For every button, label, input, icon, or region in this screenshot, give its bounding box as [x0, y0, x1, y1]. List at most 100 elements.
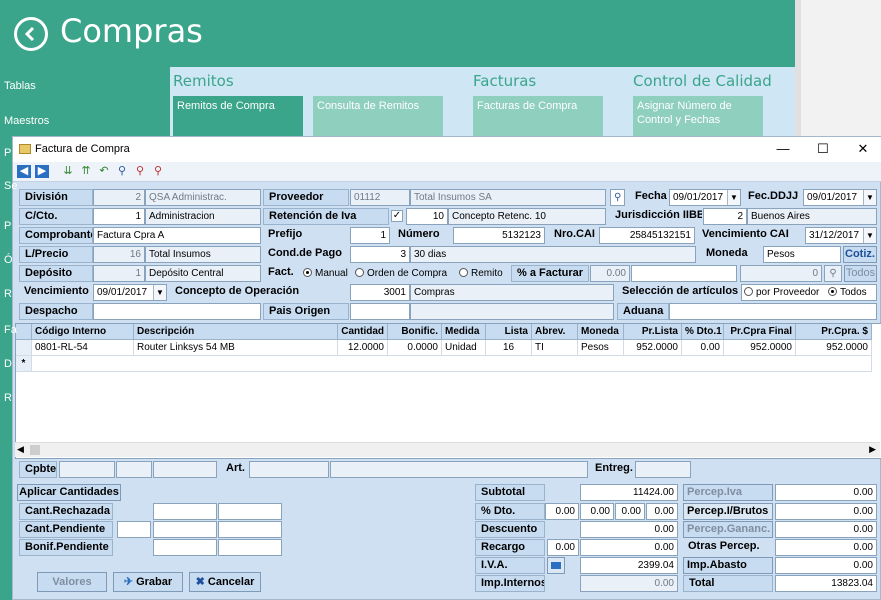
lprecio-code-field[interactable]: 16: [93, 246, 145, 263]
dto-field-3[interactable]: 0.00: [615, 503, 645, 520]
cancelar-button[interactable]: ✖ Cancelar: [189, 572, 261, 592]
bonif-field-2[interactable]: [218, 539, 282, 556]
cell-bonific[interactable]: 0.0000: [388, 340, 442, 356]
sidebar-item-9[interactable]: R: [4, 392, 12, 404]
todos-button[interactable]: Todos: [844, 265, 877, 282]
pendiente-field-2[interactable]: [218, 521, 282, 538]
col-descripcion[interactable]: Descripción: [134, 324, 338, 340]
col-abrev[interactable]: Abrev.: [532, 324, 578, 340]
sidebar-item-7[interactable]: Fa: [4, 324, 17, 336]
afacturar-extra-field[interactable]: [631, 265, 737, 282]
valores-button[interactable]: Valores: [37, 572, 107, 592]
col-bonific[interactable]: Bonific.: [388, 324, 442, 340]
aduana-field[interactable]: [669, 303, 877, 320]
abasto-button[interactable]: Imp.Abasto: [683, 557, 773, 574]
col-lista[interactable]: Lista: [486, 324, 532, 340]
pais-code-field[interactable]: [350, 303, 410, 320]
concepto-code-field[interactable]: 3001: [350, 284, 410, 301]
perc-iva-button[interactable]: Percep.Iva: [683, 484, 773, 501]
bonif-field-1[interactable]: [153, 539, 217, 556]
undo-icon[interactable]: ↶: [97, 165, 111, 178]
tile-asignar-control[interactable]: Asignar Número de Control y Fechas: [633, 96, 763, 136]
fecddjj-dropdown-icon[interactable]: ▼: [863, 190, 876, 205]
afacturar-field[interactable]: 0.00: [590, 265, 630, 282]
sidebar-item-4[interactable]: Se: [4, 180, 17, 192]
search-next-icon[interactable]: ⚲: [133, 165, 147, 178]
deposito-code-field[interactable]: 1: [93, 265, 145, 282]
retencion-checkbox[interactable]: ✓: [391, 210, 403, 222]
division-code-field[interactable]: 2: [93, 189, 145, 206]
col-moneda[interactable]: Moneda: [578, 324, 624, 340]
prefijo-field[interactable]: 1: [350, 227, 390, 244]
sidebar-item-maestros[interactable]: Maestros: [4, 115, 49, 127]
fact-remito-radio[interactable]: Remito: [459, 266, 503, 281]
cell-prlista[interactable]: 952.0000: [624, 340, 682, 356]
perc-ib-button[interactable]: Percep.I/Brutos: [683, 503, 773, 520]
scroll-right-icon[interactable]: ▶: [869, 444, 876, 455]
export-icon[interactable]: ⇈: [79, 165, 93, 178]
sel-todos-radio[interactable]: Todos: [828, 285, 867, 300]
sidebar-item-6[interactable]: R: [4, 288, 12, 300]
scroll-thumb[interactable]: [30, 445, 40, 455]
cell-lista[interactable]: 16: [486, 340, 532, 356]
comprobante-field[interactable]: Factura Cpra A: [93, 227, 261, 244]
fecddjj-field[interactable]: 09/01/2017 ▼: [803, 189, 877, 206]
fact-manual-radio[interactable]: Manual: [303, 266, 348, 281]
vencai-dropdown-icon[interactable]: ▼: [863, 228, 876, 243]
import-icon[interactable]: ⇊: [61, 165, 75, 178]
sidebar-item-p2[interactable]: P: [4, 220, 11, 232]
dto-field-4[interactable]: 0.00: [646, 503, 678, 520]
col-cantidad[interactable]: Cantidad: [338, 324, 388, 340]
scroll-left-icon[interactable]: ◀: [17, 444, 24, 455]
sidebar-item-3[interactable]: P: [4, 147, 11, 159]
minimize-button[interactable]: —: [773, 141, 793, 157]
vencimiento-dropdown-icon[interactable]: ▼: [153, 285, 166, 300]
condpago-code-field[interactable]: 3: [350, 246, 410, 263]
rechazada-field-2[interactable]: [218, 503, 282, 520]
grabar-button[interactable]: ✈ Grabar: [113, 572, 183, 592]
retencion-code-field[interactable]: 10: [406, 208, 448, 225]
sidebar-item-tablas[interactable]: Tablas: [4, 80, 36, 92]
sidebar-item-5[interactable]: Ó: [4, 254, 13, 266]
proveedor-search-icon[interactable]: ⚲: [610, 189, 625, 206]
perc-gan-button[interactable]: Percep.Gananc.: [683, 521, 773, 538]
vencai-field[interactable]: 31/12/2017 ▼: [805, 227, 877, 244]
col-prcpra[interactable]: Pr.Cpra. $: [796, 324, 872, 340]
cto-code-field[interactable]: 1: [93, 208, 145, 225]
nrocai-field[interactable]: 25845132151: [599, 227, 695, 244]
lookup-search-icon[interactable]: ⚲: [824, 265, 842, 282]
dialog-titlebar[interactable]: Factura de Compra — ☐ ✕: [13, 137, 881, 162]
iva-detail-icon[interactable]: [547, 557, 565, 574]
col-dto1[interactable]: % Dto.1: [682, 324, 724, 340]
cell-abrev[interactable]: TI: [532, 340, 578, 356]
cell-medida[interactable]: Unidad: [442, 340, 486, 356]
tile-facturas-de-compra[interactable]: Facturas de Compra: [473, 96, 603, 136]
jurisdiccion-code-field[interactable]: 2: [703, 208, 747, 225]
dto-field-1[interactable]: 0.00: [545, 503, 579, 520]
cell-codigo[interactable]: 0801-RL-54: [32, 340, 134, 356]
cell-moneda[interactable]: Pesos: [578, 340, 624, 356]
cell-prcpra[interactable]: 952.0000: [796, 340, 872, 356]
dto-field-2[interactable]: 0.00: [580, 503, 614, 520]
cell-descripcion[interactable]: Router Linksys 54 MB: [134, 340, 338, 356]
rechazada-field-1[interactable]: [153, 503, 217, 520]
sel-proveedor-radio[interactable]: por Proveedor: [744, 285, 819, 300]
pendiente-field-1[interactable]: [153, 521, 217, 538]
nav-forward-icon[interactable]: ▶: [35, 165, 49, 178]
col-prcprafinal[interactable]: Pr.Cpra Final: [724, 324, 796, 340]
grid-horizontal-scrollbar[interactable]: ◀ ▶: [15, 442, 880, 457]
row-selector[interactable]: [16, 340, 32, 356]
cell-cantidad[interactable]: 12.0000: [338, 340, 388, 356]
despacho-field[interactable]: [93, 303, 261, 320]
new-row-marker[interactable]: *: [16, 356, 32, 372]
moneda-field[interactable]: Pesos: [763, 246, 841, 263]
fact-oc-radio[interactable]: Orden de Compra: [355, 266, 447, 281]
close-button[interactable]: ✕: [853, 141, 873, 157]
pendiente-field-0[interactable]: [117, 521, 151, 538]
cotiz-button[interactable]: Cotiz.: [843, 246, 877, 263]
back-button[interactable]: [14, 17, 48, 51]
proveedor-code-field[interactable]: 01112: [350, 189, 410, 206]
fecha-dropdown-icon[interactable]: ▼: [727, 190, 740, 205]
search-prev-icon[interactable]: ⚲: [151, 165, 165, 178]
afacturar-num-field[interactable]: 0: [740, 265, 822, 282]
